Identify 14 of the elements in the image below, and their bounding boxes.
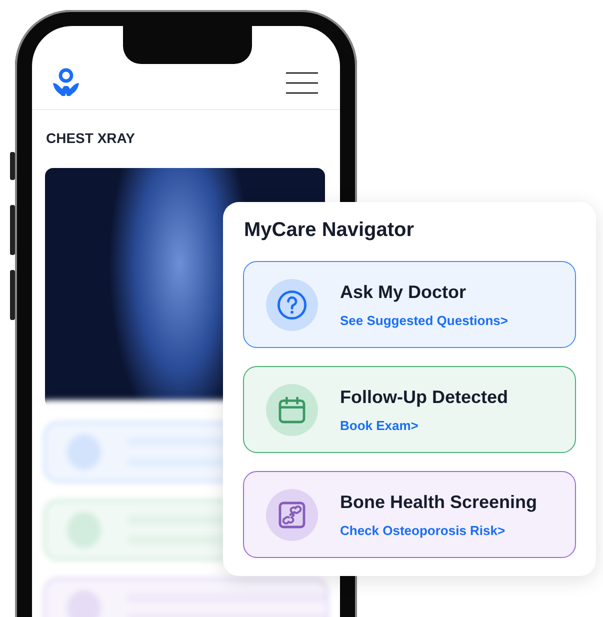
- question-mark-icon: [276, 288, 308, 320]
- item-title: Ask My Doctor: [340, 282, 468, 302]
- item-link[interactable]: Check Osteoporosis Risk>: [340, 522, 538, 538]
- logo-icon: [52, 68, 80, 98]
- item-link[interactable]: See Suggested Questions>: [340, 312, 508, 328]
- item-link[interactable]: Book Exam>: [340, 418, 508, 432]
- navigator-item[interactable]: Bone Health Screening Check Osteoporosis Risk>: [243, 471, 576, 558]
- section-title: CHEST XRAY: [45, 129, 136, 146]
- card-title: MyCare Navigator: [243, 219, 416, 243]
- item-title: Bone Health Screening: [340, 492, 538, 512]
- menu-icon[interactable]: [286, 72, 318, 94]
- navigator-item[interactable]: Ask My Doctor See Suggested Questions>: [243, 261, 576, 348]
- item-title: Follow-Up Detected: [340, 386, 508, 408]
- navigator-item[interactable]: Follow-Up Detected Book Exam>: [243, 366, 576, 453]
